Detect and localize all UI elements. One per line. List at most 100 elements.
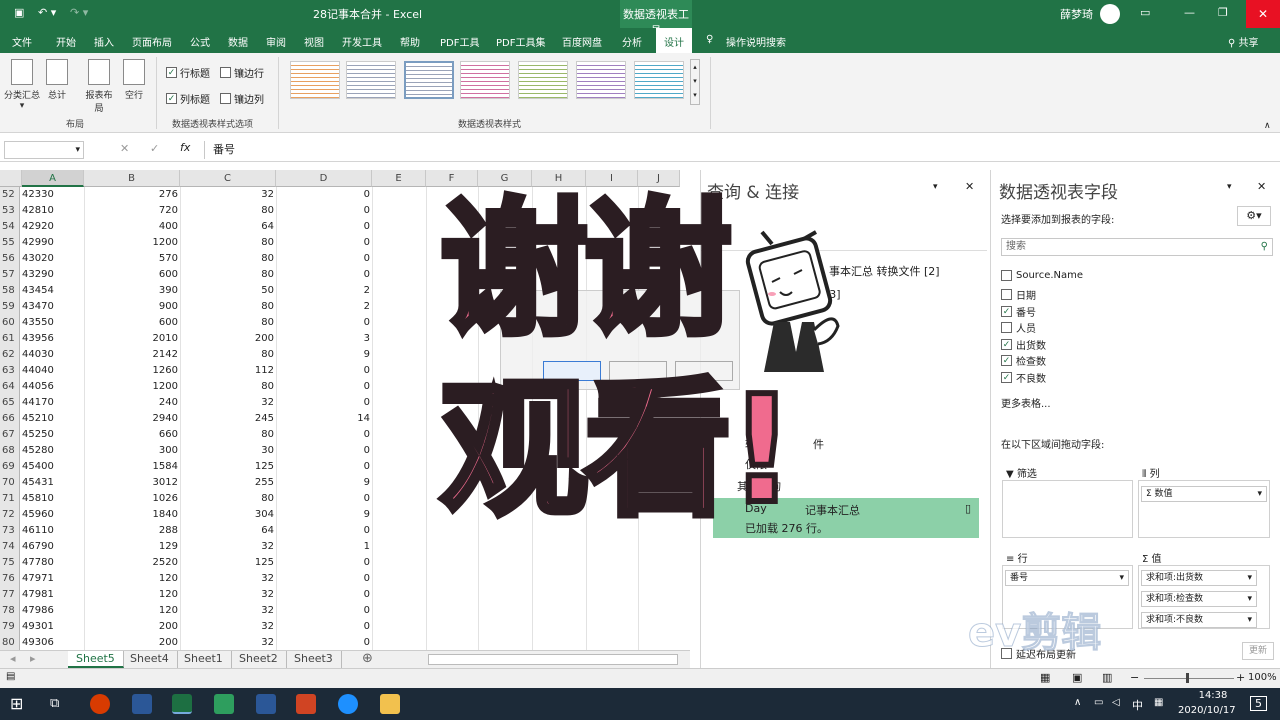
cell-c[interactable]: 50 — [180, 283, 274, 299]
pivot-style-swatch[interactable] — [518, 61, 568, 99]
cell-a[interactable]: 47981 — [22, 587, 82, 603]
row-number[interactable]: 77 — [0, 587, 20, 603]
pivot-style-swatch[interactable] — [346, 61, 396, 99]
cell-c[interactable]: 80 — [180, 251, 274, 267]
field-staff[interactable]: 人员 — [1001, 320, 1036, 335]
pane-options-icon[interactable]: ▾ — [933, 182, 938, 192]
cell-b[interactable]: 720 — [84, 203, 178, 219]
value-field-item[interactable]: 求和项:检查数 ▾ — [1141, 591, 1257, 607]
column-header-a[interactable]: A — [22, 170, 84, 187]
scroll-left-icon[interactable]: ◂ — [10, 652, 16, 665]
field-defects[interactable]: ✓ 不良数 — [1001, 370, 1046, 385]
row-field-item[interactable]: 番号 ▾ — [1005, 570, 1129, 586]
cell-d[interactable]: 0 — [276, 635, 370, 650]
cell-c[interactable]: 304 — [180, 507, 274, 523]
cell-d[interactable]: 0 — [276, 235, 370, 251]
undo-icon[interactable]: ↶ ▾ — [38, 6, 56, 19]
tab-file[interactable]: 文件 — [12, 34, 32, 49]
add-sheet-icon[interactable]: ⊕ — [362, 651, 373, 666]
field-source-name[interactable]: Source.Name — [1001, 270, 1083, 281]
row-number[interactable]: 58 — [0, 283, 20, 299]
tab-pdf-tools[interactable]: PDF工具 — [440, 34, 479, 49]
cell-b[interactable]: 240 — [84, 395, 178, 411]
table-row[interactable]: 75 47780 2520 125 0 — [0, 555, 680, 571]
cell-d[interactable]: 0 — [276, 315, 370, 331]
column-field-item[interactable]: Σ 数值 ▾ — [1141, 486, 1267, 502]
cell-c[interactable]: 125 — [180, 459, 274, 475]
row-number[interactable]: 54 — [0, 219, 20, 235]
cell-c[interactable]: 125 — [180, 555, 274, 571]
cell-c[interactable]: 80 — [180, 315, 274, 331]
cell-b[interactable]: 900 — [84, 299, 178, 315]
grand-totals-button[interactable]: 总计 — [42, 59, 72, 101]
row-number[interactable]: 79 — [0, 619, 20, 635]
cell-c[interactable]: 32 — [180, 603, 274, 619]
styles-scroll[interactable]: ▴ ▾ ▾ — [690, 59, 700, 105]
cell-b[interactable]: 2940 — [84, 411, 178, 427]
page-layout-view-icon[interactable]: ▣ — [1072, 671, 1082, 684]
scroll-right-icon[interactable]: ▸ — [30, 652, 36, 665]
cell-a[interactable]: 45810 — [22, 491, 82, 507]
cell-c[interactable]: 32 — [180, 587, 274, 603]
pivot-style-swatch[interactable] — [290, 61, 340, 99]
column-header-e[interactable]: E — [372, 170, 426, 187]
cell-a[interactable]: 45400 — [22, 459, 82, 475]
share-button[interactable]: ⚲ 共享 — [1228, 34, 1259, 49]
document-app-icon[interactable] — [256, 694, 276, 714]
cell-c[interactable]: 80 — [180, 427, 274, 443]
cell-c[interactable]: 64 — [180, 219, 274, 235]
value-field-item[interactable]: 求和项:不良数 ▾ — [1141, 612, 1257, 628]
page-break-view-icon[interactable]: ▥ — [1102, 671, 1112, 684]
cell-a[interactable]: 45250 — [22, 427, 82, 443]
banded-rows-checkbox[interactable]: 镶边行 — [220, 65, 264, 80]
pivot-style-swatch-selected[interactable] — [404, 61, 454, 99]
macro-record-icon[interactable]: ▤ — [6, 671, 15, 682]
word-app-icon[interactable] — [132, 694, 152, 714]
cell-a[interactable]: 49301 — [22, 619, 82, 635]
cell-b[interactable]: 600 — [84, 267, 178, 283]
row-number[interactable]: 75 — [0, 555, 20, 571]
cell-a[interactable]: 49306 — [22, 635, 82, 650]
cell-a[interactable]: 43290 — [22, 267, 82, 283]
zoom-slider-thumb[interactable] — [1186, 673, 1189, 683]
sheet-tab-sheet1[interactable]: Sheet1 — [176, 651, 232, 668]
cell-a[interactable]: 42330 — [22, 187, 82, 203]
column-header-d[interactable]: D — [276, 170, 372, 187]
cell-a[interactable]: 43550 — [22, 315, 82, 331]
select-all-corner[interactable] — [0, 170, 22, 187]
row-number[interactable]: 71 — [0, 491, 20, 507]
cell-a[interactable]: 47971 — [22, 571, 82, 587]
cell-d[interactable]: 0 — [276, 619, 370, 635]
close-icon[interactable]: ✕ — [1246, 0, 1280, 28]
cell-a[interactable]: 43956 — [22, 331, 82, 347]
tab-data[interactable]: 数据 — [228, 34, 248, 49]
cancel-icon[interactable]: ✕ — [120, 142, 129, 155]
cell-a[interactable]: 43020 — [22, 251, 82, 267]
cell-d[interactable]: 0 — [276, 219, 370, 235]
cell-c[interactable]: 245 — [180, 411, 274, 427]
row-number[interactable]: 66 — [0, 411, 20, 427]
browser-app-icon[interactable] — [338, 694, 358, 714]
tab-page-layout[interactable]: 页面布局 — [132, 34, 172, 49]
cell-d[interactable]: 2 — [276, 299, 370, 315]
cell-b[interactable]: 2010 — [84, 331, 178, 347]
row-number[interactable]: 56 — [0, 251, 20, 267]
cell-c[interactable]: 80 — [180, 299, 274, 315]
cell-d[interactable]: 0 — [276, 251, 370, 267]
row-number[interactable]: 61 — [0, 331, 20, 347]
row-number[interactable]: 63 — [0, 363, 20, 379]
zoom-slider[interactable] — [1144, 678, 1234, 679]
cell-a[interactable]: 44030 — [22, 347, 82, 363]
cell-c[interactable]: 80 — [180, 379, 274, 395]
input-language[interactable]: 中 — [1132, 697, 1143, 713]
cell-d[interactable]: 0 — [276, 379, 370, 395]
cell-d[interactable]: 0 — [276, 427, 370, 443]
cell-c[interactable]: 32 — [180, 571, 274, 587]
cell-b[interactable]: 276 — [84, 187, 178, 203]
field-date[interactable]: 日期 — [1001, 287, 1036, 302]
cell-a[interactable]: 46790 — [22, 539, 82, 555]
row-number[interactable]: 62 — [0, 347, 20, 363]
cell-a[interactable]: 44170 — [22, 395, 82, 411]
cell-c[interactable]: 32 — [180, 539, 274, 555]
column-header-b[interactable]: B — [84, 170, 180, 187]
